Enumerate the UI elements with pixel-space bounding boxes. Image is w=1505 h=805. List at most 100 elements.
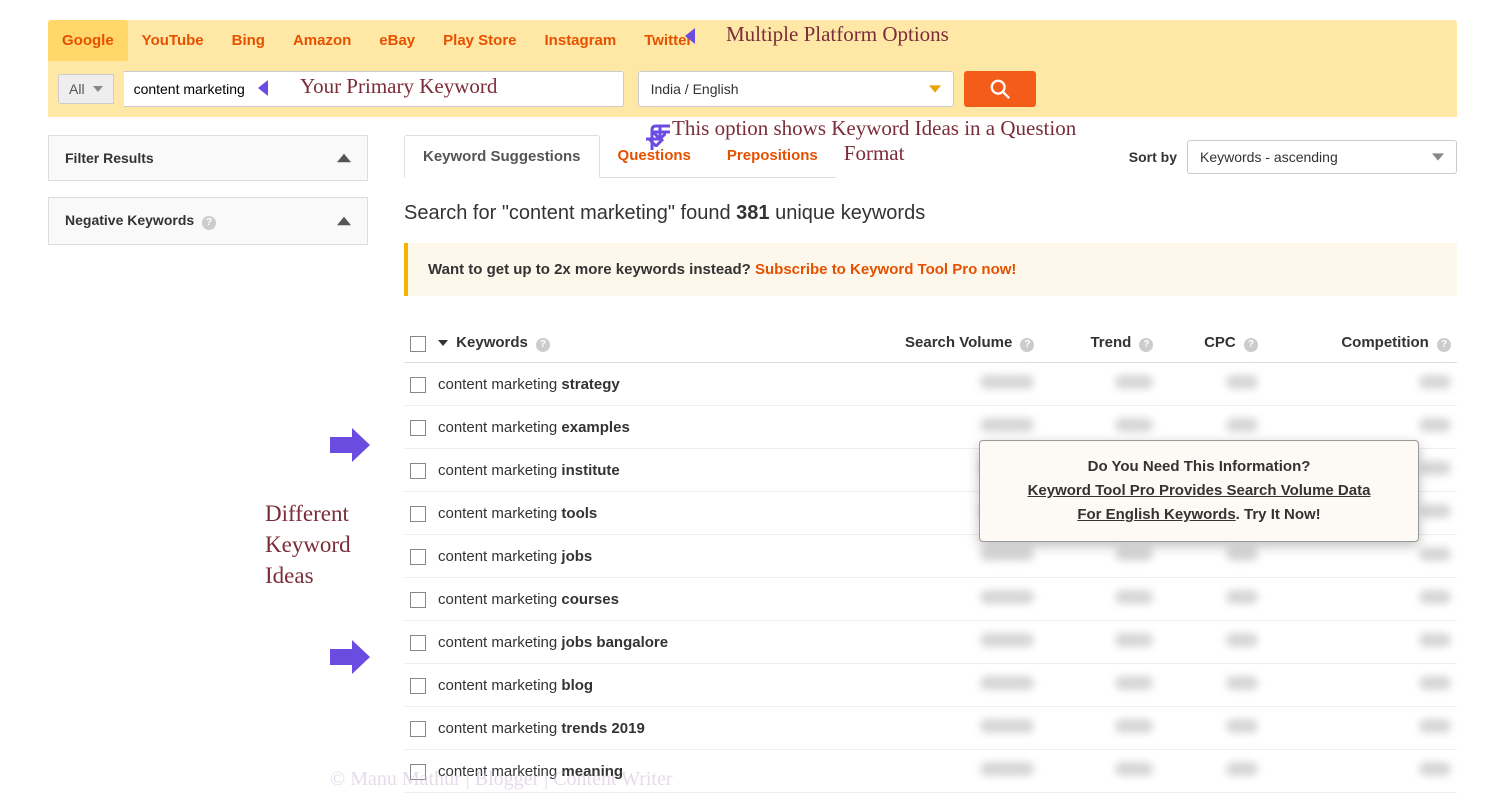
search-volume-cell [816,621,1040,664]
keyword-cell: content marketing jobs [432,535,816,578]
keyword-cell: content marketing blog [432,664,816,707]
competition-cell [1264,750,1457,793]
promo-banner: Want to get up to 2x more keywords inste… [404,243,1457,296]
keyword-cell: content marketing trends 2019 [432,707,816,750]
table-row: content marketing courses [404,578,1457,621]
row-checkbox[interactable] [410,463,426,479]
help-icon: ? [202,216,216,230]
keyword-input[interactable] [124,71,624,107]
row-checkbox[interactable] [410,678,426,694]
platform-tab-ebay[interactable]: eBay [365,20,429,61]
search-icon [989,78,1011,100]
select-all-checkbox[interactable] [410,336,426,352]
chevron-down-icon [1432,151,1444,163]
tooltip-line3b: . Try It Now! [1236,506,1321,523]
sort-value: Keywords - ascending [1200,149,1338,165]
table-row: content marketing jobs bangalore [404,621,1457,664]
search-volume-cell [816,750,1040,793]
chevron-up-icon [337,151,351,165]
search-volume-cell [816,363,1040,406]
result-tab-prepositions[interactable]: Prepositions [709,135,836,177]
table-row: content marketing blog [404,664,1457,707]
competition-cell [1264,707,1457,750]
cpc-cell [1159,363,1263,406]
row-checkbox[interactable] [410,549,426,565]
chevron-up-icon [337,214,351,228]
sort-select[interactable]: Keywords - ascending [1187,140,1457,174]
col-keywords[interactable]: Keywords ? [432,324,816,363]
filter-results-panel[interactable]: Filter Results [48,135,368,181]
platform-tab-play-store[interactable]: Play Store [429,20,530,61]
col-search-volume[interactable]: Search Volume ? [816,324,1040,363]
chevron-down-icon [929,83,941,95]
keyword-cell: content marketing jobs bangalore [432,621,816,664]
keyword-cell: content marketing courses [432,578,816,621]
negative-keywords-label: Negative Keywords [65,212,194,228]
trend-cell [1040,363,1159,406]
keyword-cell: content marketing tools [432,492,816,535]
row-checkbox[interactable] [410,721,426,737]
competition-cell [1264,621,1457,664]
help-icon: ? [1139,338,1153,352]
promo-text: Want to get up to 2x more keywords inste… [428,261,755,278]
filter-results-label: Filter Results [65,150,154,166]
tooltip-line1: Do You Need This Information? [1006,455,1392,479]
watermark: © Manu Mathur | Blogger | Content Writer [330,768,673,791]
search-volume-cell [816,664,1040,707]
cpc-cell [1159,621,1263,664]
chevron-down-icon [93,84,103,94]
search-volume-cell [816,707,1040,750]
trend-cell [1040,707,1159,750]
sort-by-label: Sort by [1129,149,1177,165]
result-tab-questions[interactable]: Questions [600,135,709,177]
row-checkbox[interactable] [410,420,426,436]
col-trend[interactable]: Trend ? [1040,324,1159,363]
competition-cell [1264,578,1457,621]
negative-keywords-panel[interactable]: Negative Keywords ? [48,197,368,245]
cpc-cell [1159,707,1263,750]
promo-link[interactable]: Subscribe to Keyword Tool Pro now! [755,261,1016,278]
platform-tab-youtube[interactable]: YouTube [128,20,218,61]
platform-tab-twitter[interactable]: Twitter [630,20,706,61]
col-competition[interactable]: Competition ? [1264,324,1457,363]
row-checkbox[interactable] [410,377,426,393]
results-summary: Search for "content marketing" found 381… [404,202,1457,225]
trend-cell [1040,664,1159,707]
location-label: India / English [651,81,739,97]
help-icon: ? [1020,338,1034,352]
row-checkbox[interactable] [410,635,426,651]
help-icon: ? [1244,338,1258,352]
row-checkbox[interactable] [410,506,426,522]
platform-tab-instagram[interactable]: Instagram [531,20,631,61]
keyword-cell: content marketing institute [432,449,816,492]
platform-tab-bing[interactable]: Bing [218,20,279,61]
trend-cell [1040,621,1159,664]
table-row: content marketing trends 2019 [404,707,1457,750]
help-icon: ? [1437,338,1451,352]
row-checkbox[interactable] [410,592,426,608]
trend-cell [1040,578,1159,621]
pro-tooltip[interactable]: Do You Need This Information? Keyword To… [979,440,1419,542]
help-icon: ? [536,338,550,352]
competition-cell [1264,363,1457,406]
col-cpc[interactable]: CPC ? [1159,324,1263,363]
tooltip-line2: Keyword Tool Pro Provides Search Volume … [1028,482,1371,499]
result-tab-keyword-suggestions[interactable]: Keyword Suggestions [404,135,600,178]
location-select[interactable]: India / English [638,71,954,107]
all-type-select[interactable]: All [58,74,114,104]
trend-cell [1040,750,1159,793]
cpc-cell [1159,664,1263,707]
search-volume-cell [816,578,1040,621]
platform-tab-google[interactable]: Google [48,20,128,61]
keyword-cell: content marketing strategy [432,363,816,406]
table-row: content marketing strategy [404,363,1457,406]
cpc-cell [1159,578,1263,621]
competition-cell [1264,664,1457,707]
platform-tab-amazon[interactable]: Amazon [279,20,365,61]
sort-desc-icon [438,338,448,348]
tooltip-line3a: For English Keywords [1077,506,1235,523]
cpc-cell [1159,750,1263,793]
all-type-label: All [69,81,85,97]
search-button[interactable] [964,71,1036,107]
keyword-cell: content marketing examples [432,406,816,449]
